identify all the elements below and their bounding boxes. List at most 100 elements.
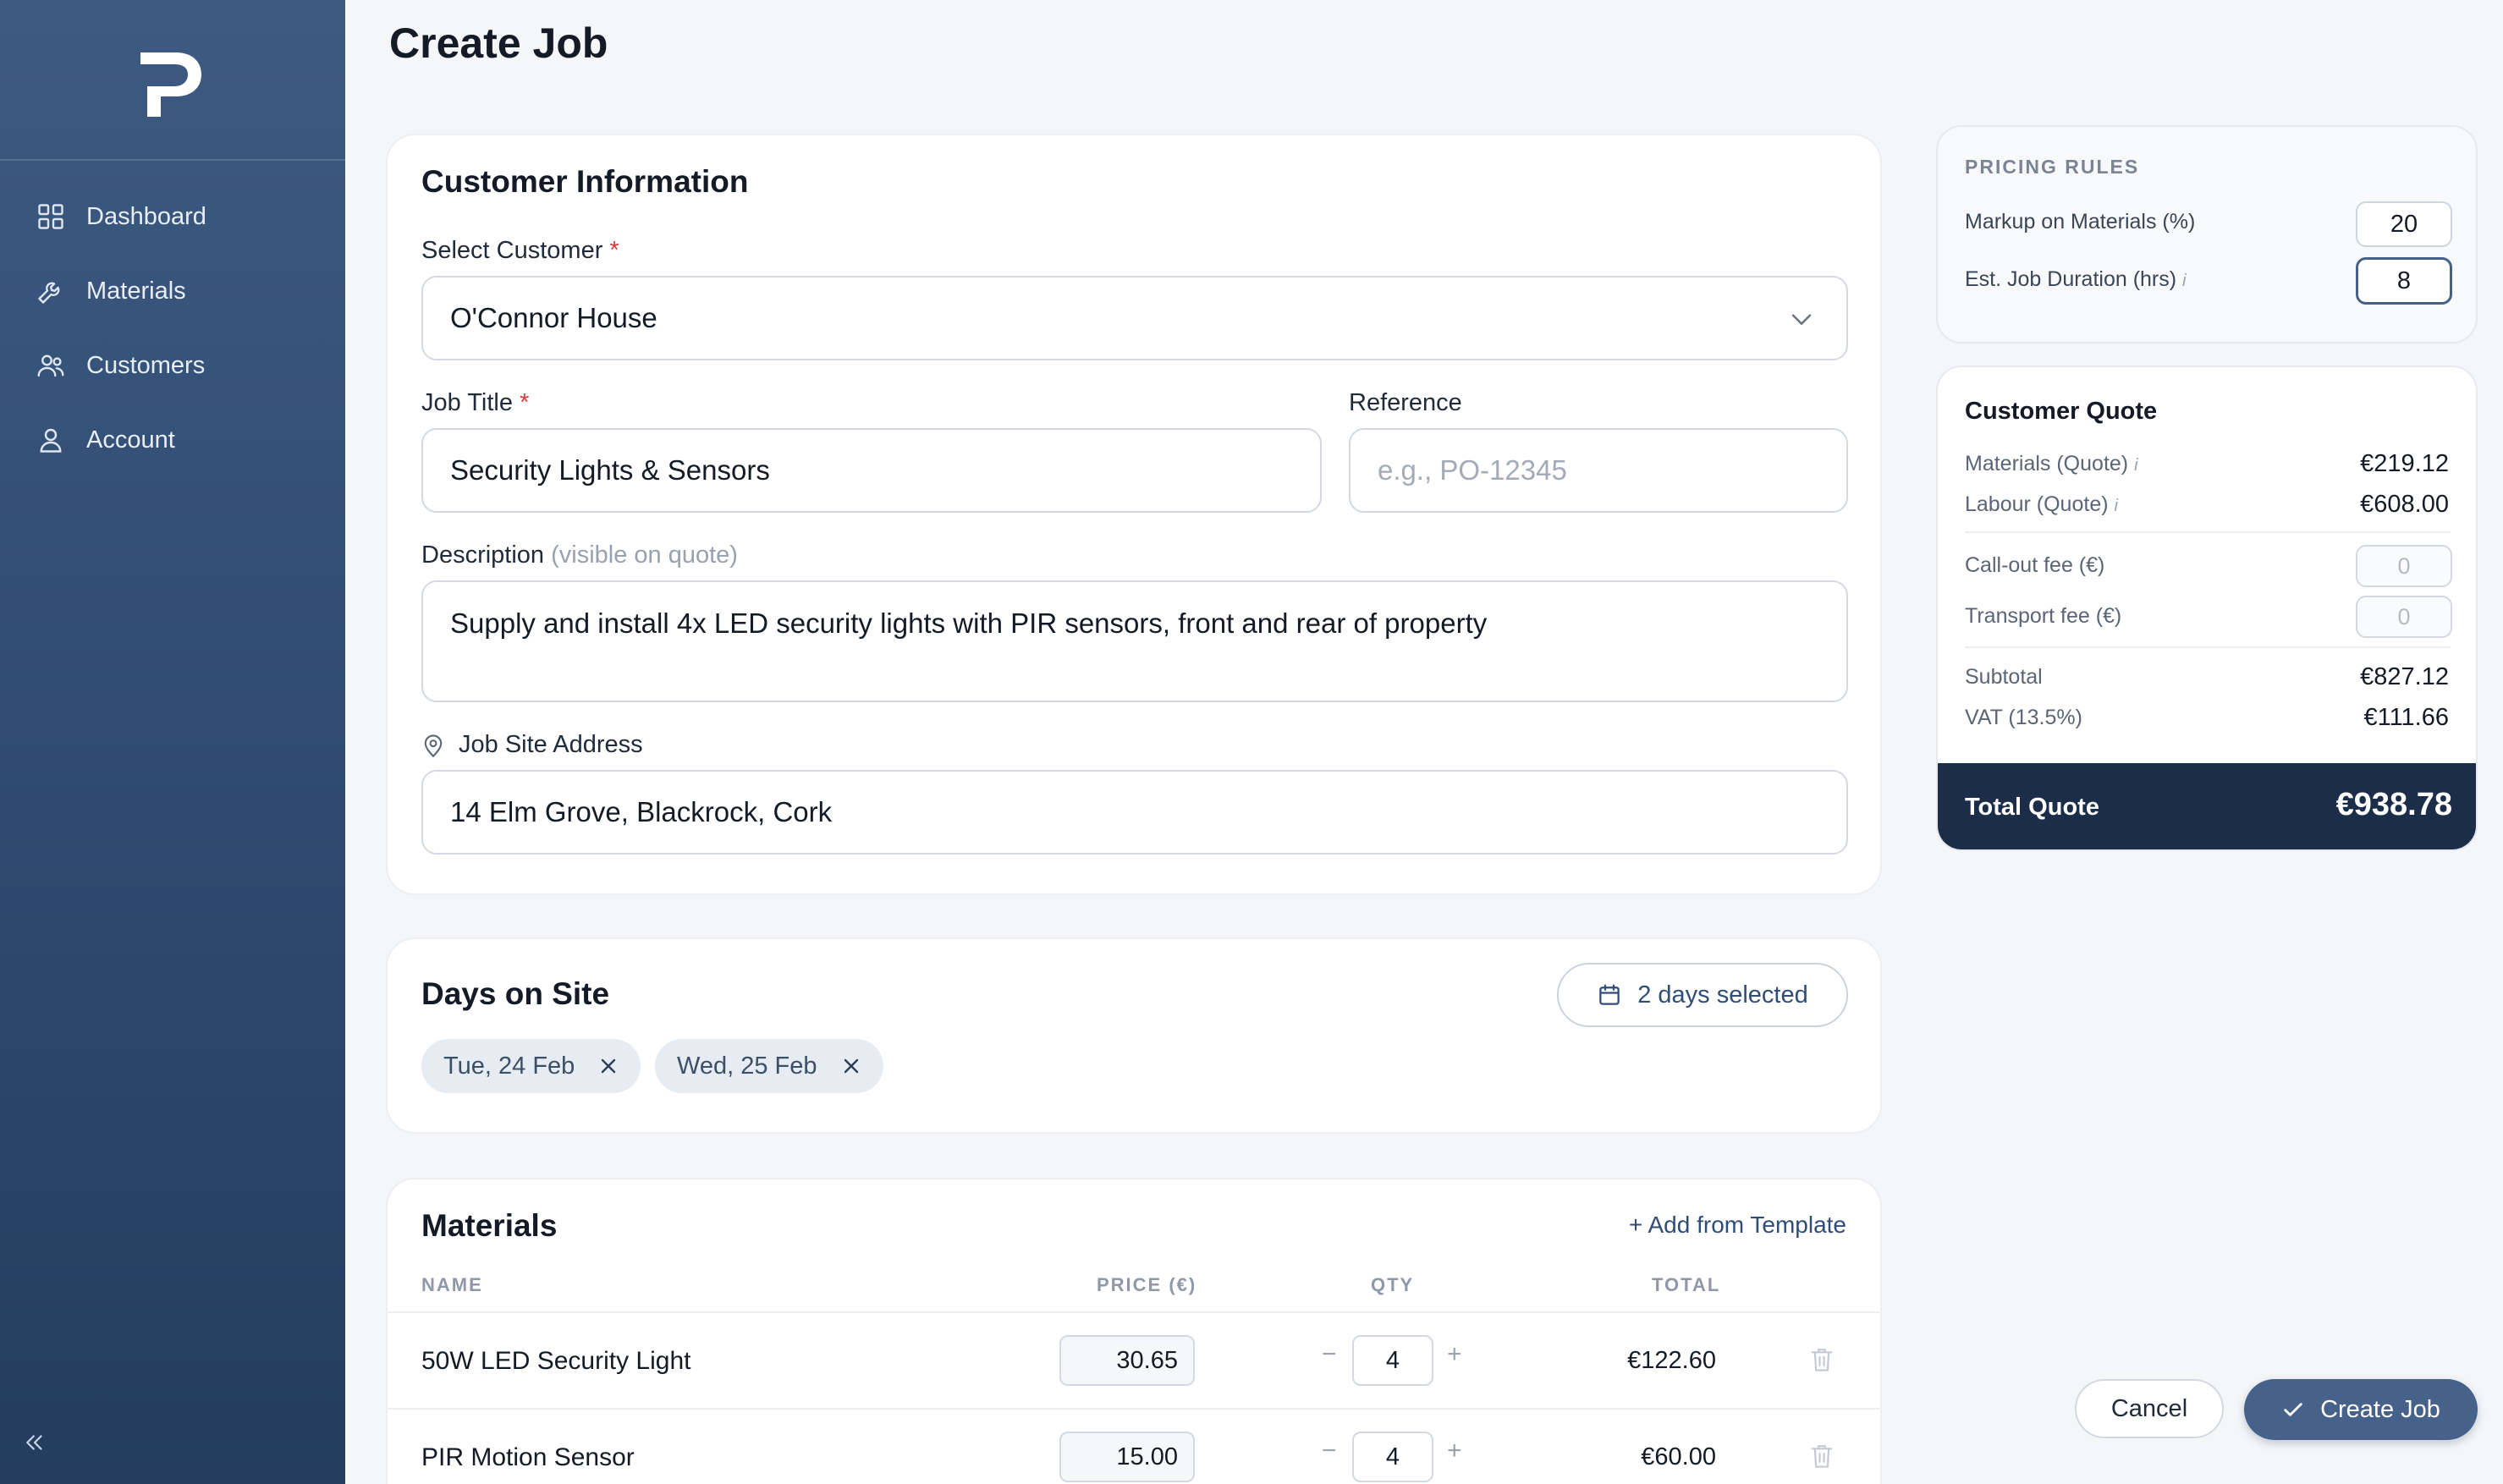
materials-card: Materials + Add from Template NAME PRICE…: [386, 1178, 1882, 1484]
info-icon[interactable]: i: [2182, 272, 2186, 290]
qty-increment-button[interactable]: +: [1447, 1340, 1462, 1369]
sidebar-divider: [0, 159, 345, 161]
row-total: €122.60: [1627, 1347, 1716, 1374]
materials-quote-value: €219.12: [2360, 450, 2449, 477]
description-textarea[interactable]: Supply and install 4x LED security light…: [421, 580, 1848, 702]
page-title: Create Job: [389, 19, 608, 67]
sidebar-item-label: Dashboard: [86, 202, 206, 230]
total-quote-label: Total Quote: [1965, 794, 2099, 821]
sidebar-item-label: Account: [86, 426, 175, 453]
pricing-rules-card: PRICING RULES Markup on Materials (%) 20…: [1936, 125, 2478, 344]
date-picker-button[interactable]: 2 days selected: [1557, 963, 1848, 1027]
vat-value: €111.66: [2363, 704, 2449, 731]
close-icon[interactable]: [841, 1056, 861, 1076]
materials-quote-label: Materials (Quote) i: [1965, 452, 2138, 476]
markup-input[interactable]: 20: [2356, 201, 2452, 247]
customer-information-card: Customer Information Select Customer * O…: [386, 134, 1882, 895]
description-hint: (visible on quote): [551, 541, 738, 569]
reference-input[interactable]: [1349, 428, 1848, 513]
trash-icon[interactable]: [1809, 1345, 1835, 1374]
material-name: PIR Motion Sensor: [421, 1443, 635, 1471]
total-quote-bar: Total Quote €938.78: [1938, 763, 2476, 849]
customer-select[interactable]: O'Connor House: [421, 276, 1848, 360]
days-on-site-title: Days on Site: [421, 976, 610, 1011]
pricing-rules-title: PRICING RULES: [1965, 156, 2140, 178]
labour-quote-label-text: Labour (Quote): [1965, 492, 2109, 516]
qty-input[interactable]: 4: [1352, 1335, 1433, 1386]
day-chip-label: Wed, 25 Feb: [677, 1052, 817, 1080]
quote-divider: [1965, 646, 2451, 648]
chevrons-left-icon[interactable]: [22, 1430, 47, 1455]
labour-quote-value: €608.00: [2360, 491, 2449, 518]
qty-decrement-button[interactable]: −: [1322, 1340, 1337, 1369]
wrench-icon: [38, 282, 60, 304]
subtotal-label: Subtotal: [1965, 665, 2043, 689]
app-logo-icon[interactable]: [135, 52, 203, 117]
materials-title: Materials: [421, 1208, 558, 1243]
days-on-site-card: Days on Site 2 days selected Tue, 24 Feb…: [386, 937, 1882, 1134]
reference-label: Reference: [1349, 389, 1462, 416]
job-title-label-text: Job Title: [421, 389, 513, 416]
job-duration-label-text: Est. Job Duration (hrs): [1965, 267, 2177, 291]
job-site-address-label: Job Site Address: [459, 731, 643, 758]
price-input[interactable]: 30.65: [1059, 1335, 1195, 1386]
select-customer-label: Select Customer *: [421, 237, 619, 265]
sidebar-item-customers[interactable]: Customers: [0, 328, 345, 403]
sidebar-item-dashboard[interactable]: Dashboard: [0, 179, 345, 254]
calendar-icon: [1599, 984, 1620, 1005]
transport-fee-input[interactable]: 0: [2356, 596, 2452, 638]
info-icon[interactable]: i: [2115, 497, 2118, 515]
check-icon: [2284, 1403, 2302, 1416]
job-site-address-input[interactable]: [421, 770, 1848, 855]
required-mark: *: [520, 389, 530, 416]
info-icon[interactable]: i: [2134, 456, 2137, 475]
job-title-label: Job Title *: [421, 389, 529, 417]
customer-quote-title: Customer Quote: [1965, 398, 2158, 425]
quote-divider: [1965, 531, 2451, 533]
table-row: 50W LED Security Light 30.65 − 4 + €122.…: [388, 1313, 1880, 1408]
sidebar-item-label: Customers: [86, 351, 206, 379]
job-duration-label: Est. Job Duration (hrs) i: [1965, 267, 2187, 292]
job-duration-input[interactable]: 8: [2356, 257, 2452, 305]
price-input[interactable]: 15.00: [1059, 1432, 1195, 1482]
select-customer-label-text: Select Customer: [421, 237, 603, 264]
grid-icon: [38, 204, 63, 229]
material-name: 50W LED Security Light: [421, 1347, 691, 1375]
qty-decrement-button[interactable]: −: [1322, 1437, 1337, 1465]
date-picker-label: 2 days selected: [1637, 981, 1808, 1009]
row-total: €60.00: [1641, 1443, 1716, 1470]
add-from-template-link[interactable]: + Add from Template: [1629, 1212, 1846, 1239]
sidebar-item-materials[interactable]: Materials: [0, 254, 345, 328]
column-header-total: TOTAL: [1652, 1274, 1721, 1295]
cancel-button[interactable]: Cancel: [2075, 1379, 2224, 1438]
qty-input[interactable]: 4: [1352, 1432, 1433, 1482]
description-label: Description (visible on quote): [421, 541, 738, 569]
close-icon[interactable]: [598, 1056, 619, 1076]
subtotal-value: €827.12: [2360, 663, 2449, 690]
user-icon: [40, 428, 62, 453]
job-title-input[interactable]: [421, 428, 1322, 513]
users-icon: [37, 355, 64, 377]
callout-fee-input[interactable]: 0: [2356, 545, 2452, 587]
labour-quote-label: Labour (Quote) i: [1965, 492, 2118, 517]
day-chip-label: Tue, 24 Feb: [443, 1052, 575, 1080]
create-job-button[interactable]: Create Job: [2244, 1379, 2478, 1440]
customer-select-value: O'Connor House: [450, 302, 657, 333]
qty-increment-button[interactable]: +: [1447, 1437, 1462, 1465]
description-label-text: Description: [421, 541, 545, 569]
total-quote-value: €938.78: [2335, 787, 2452, 822]
customer-information-title: Customer Information: [421, 164, 749, 199]
map-pin-icon: [424, 734, 443, 758]
sidebar-item-label: Materials: [86, 277, 186, 305]
column-header-price: PRICE (€): [1097, 1274, 1197, 1295]
customer-quote-card: Customer Quote Materials (Quote) i €219.…: [1936, 366, 2478, 851]
column-header-name: NAME: [421, 1274, 483, 1295]
sidebar-nav: Dashboard Materials Customers Account: [0, 179, 345, 477]
trash-icon[interactable]: [1809, 1442, 1835, 1470]
day-chip: Wed, 25 Feb: [655, 1039, 883, 1093]
table-row: PIR Motion Sensor 15.00 − 4 + €60.00: [388, 1410, 1880, 1484]
sidebar-item-account[interactable]: Account: [0, 403, 345, 477]
create-job-label: Create Job: [2320, 1395, 2440, 1423]
column-header-qty: QTY: [1371, 1274, 1415, 1295]
vat-label: VAT (13.5%): [1965, 706, 2082, 729]
